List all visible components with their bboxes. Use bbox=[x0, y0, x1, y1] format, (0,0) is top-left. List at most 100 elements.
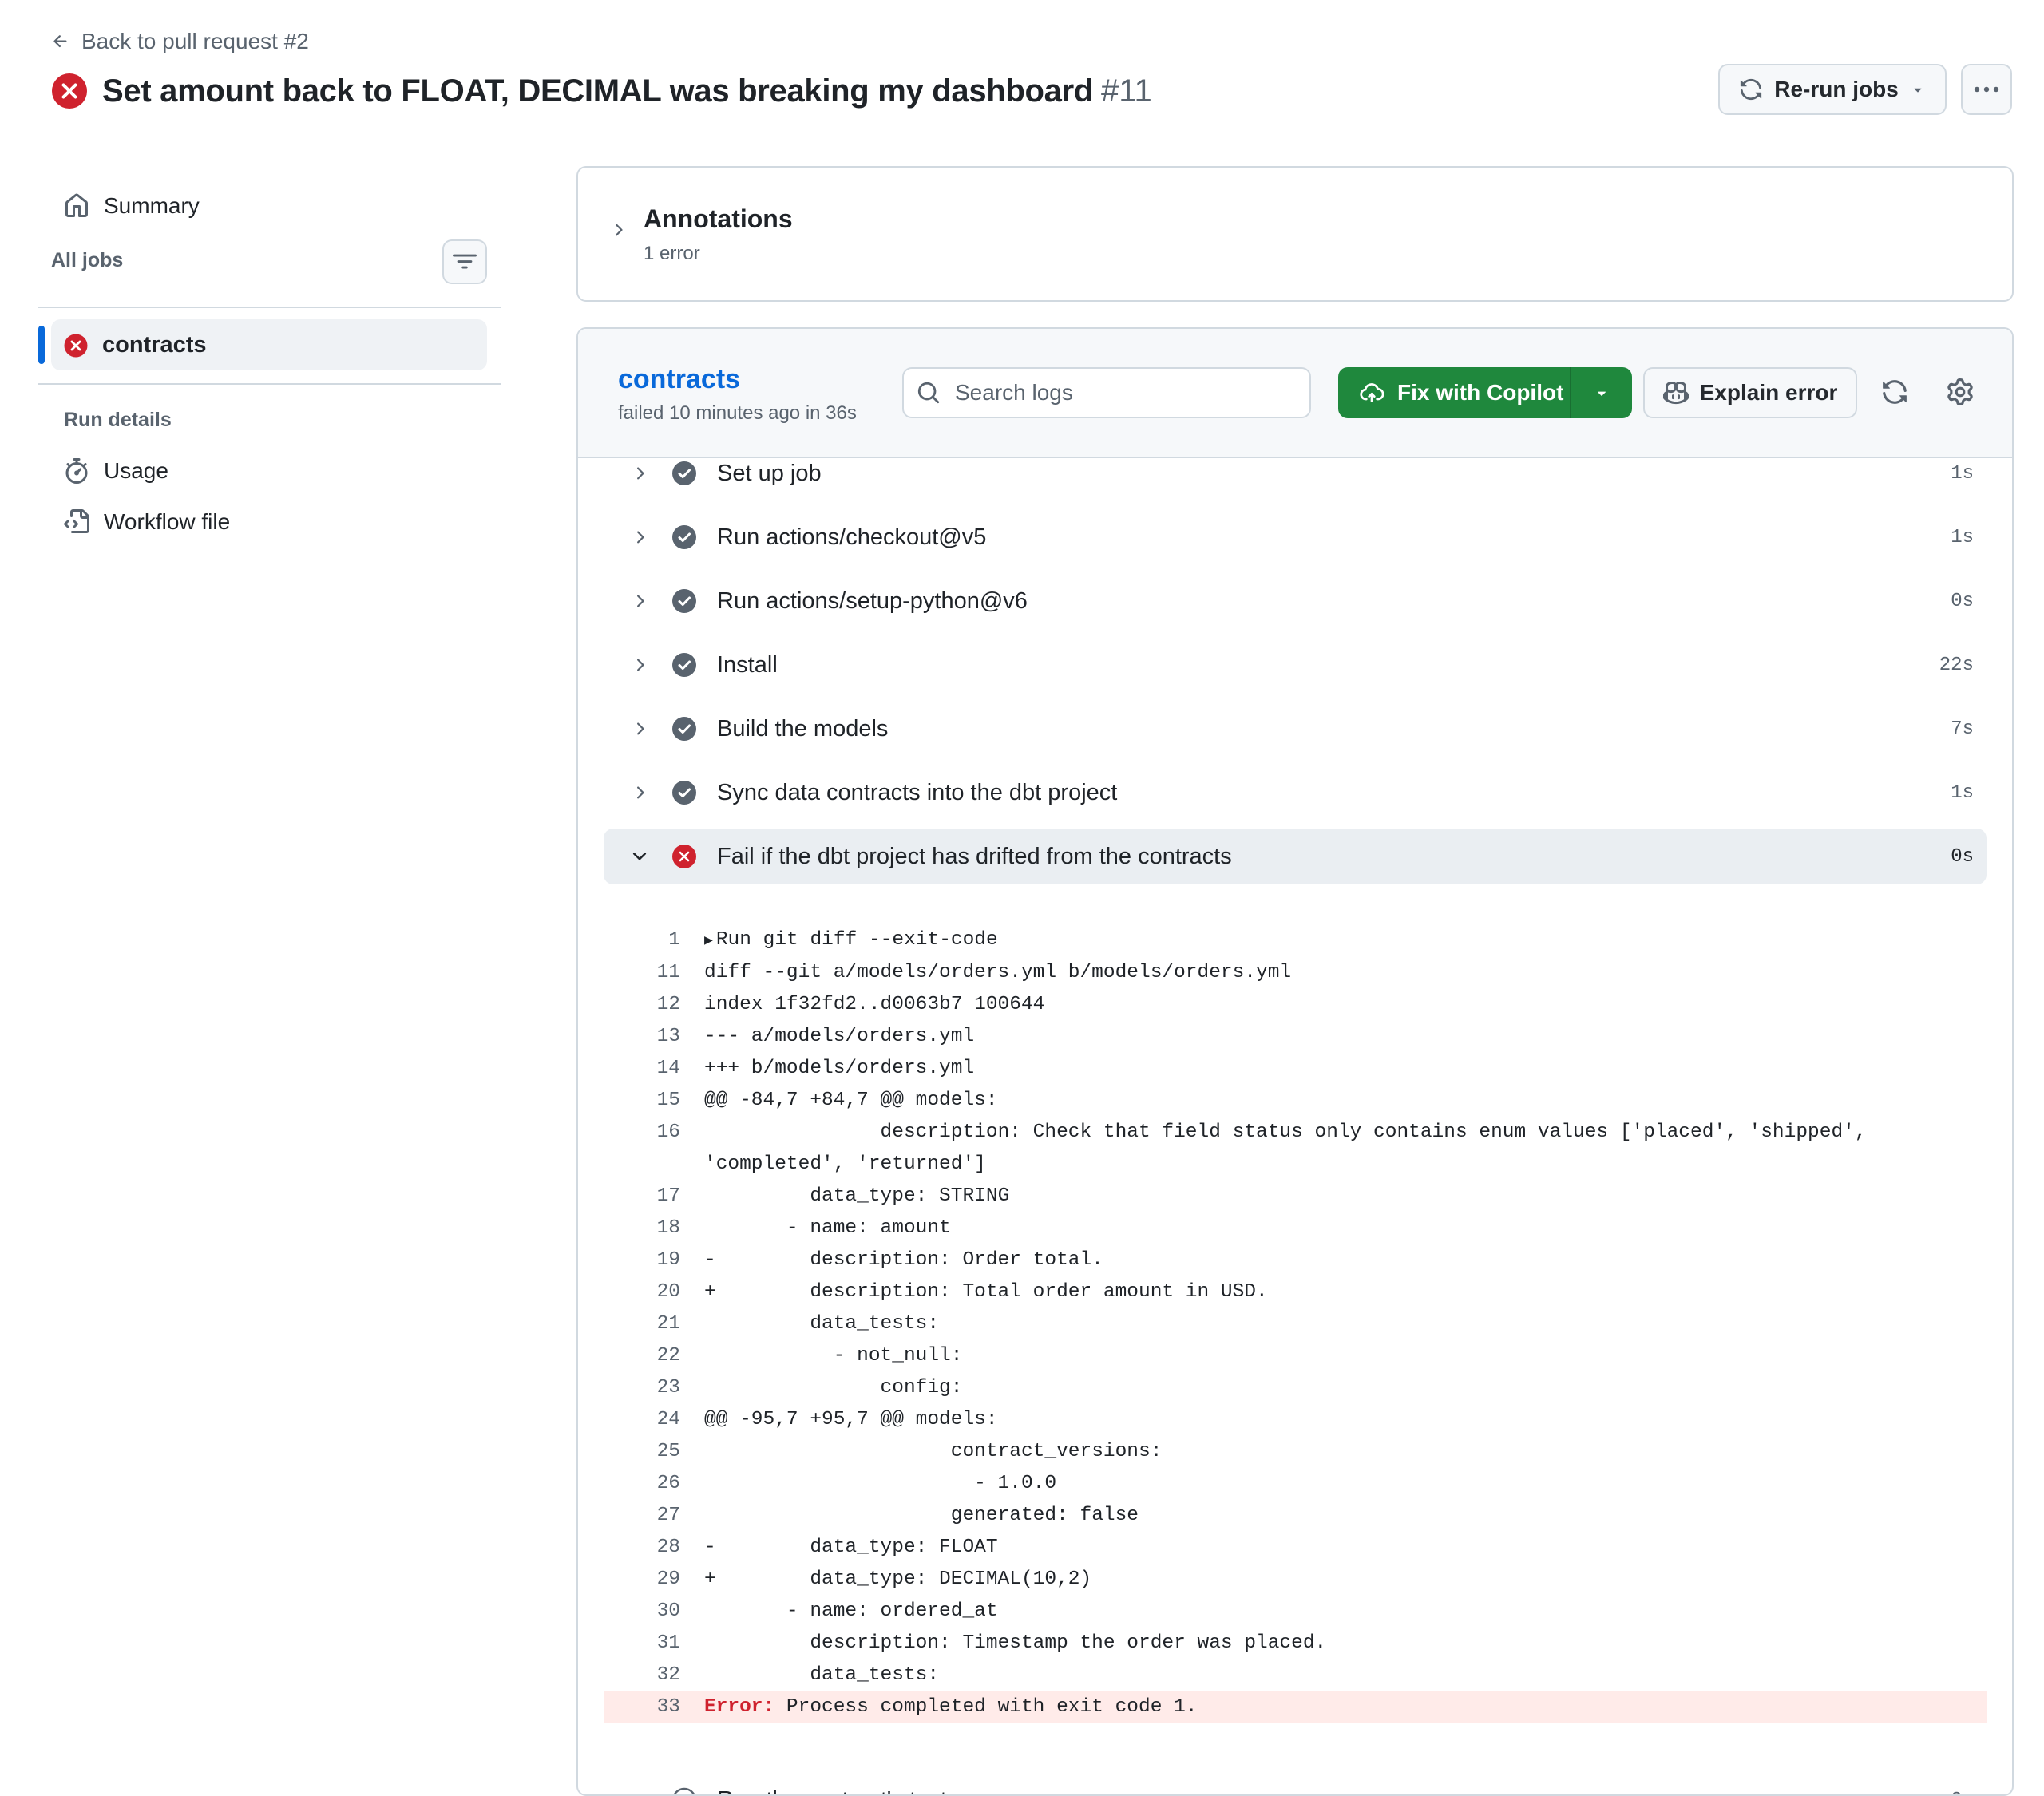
chevron-right-icon bbox=[628, 464, 652, 483]
log-line: 17 data_type: STRING bbox=[604, 1181, 1987, 1212]
line-number[interactable]: 31 bbox=[604, 1628, 680, 1660]
step-row[interactable]: Sync data contracts into the dbt project… bbox=[604, 765, 1987, 821]
check-circle-fill-icon bbox=[671, 524, 698, 550]
line-number[interactable]: 22 bbox=[604, 1340, 680, 1372]
log-line-error: 33 Error: Process completed with exit cod… bbox=[604, 1691, 1987, 1723]
line-number[interactable]: 28 bbox=[604, 1532, 680, 1564]
step-row[interactable]: Run the contract's tests0s bbox=[604, 1772, 1987, 1796]
line-number[interactable]: 21 bbox=[604, 1308, 680, 1340]
line-number[interactable]: 23 bbox=[604, 1372, 680, 1404]
line-number[interactable]: 18 bbox=[604, 1212, 680, 1244]
line-number[interactable]: 25 bbox=[604, 1436, 680, 1468]
log-content: config: bbox=[704, 1377, 962, 1398]
log-text: config: bbox=[704, 1372, 1987, 1404]
log-text: Error: Process completed with exit code … bbox=[704, 1691, 1987, 1723]
line-number[interactable]: 1 bbox=[604, 924, 680, 957]
step-row[interactable]: Run actions/setup-python@v60s bbox=[604, 573, 1987, 629]
sync-icon bbox=[1739, 77, 1763, 101]
log-text: data_type: STRING bbox=[704, 1181, 1987, 1212]
step-row[interactable]: Fail if the dbt project has drifted from… bbox=[604, 829, 1987, 884]
fix-with-copilot-button[interactable]: Fix with Copilot bbox=[1338, 367, 1632, 418]
step-row[interactable]: Build the models7s bbox=[604, 701, 1987, 757]
log-text: contract_versions: bbox=[704, 1436, 1987, 1468]
log-content: Run git diff --exit-code bbox=[716, 929, 998, 951]
summary-label: Summary bbox=[104, 193, 200, 219]
log-content: --- a/models/orders.yml bbox=[704, 1026, 974, 1047]
line-number[interactable]: 20 bbox=[604, 1276, 680, 1308]
step-row[interactable]: Install22s bbox=[604, 637, 1987, 693]
job-name[interactable]: contracts bbox=[618, 364, 740, 395]
explain-error-button[interactable]: Explain error bbox=[1643, 367, 1857, 418]
line-number[interactable]: 14 bbox=[604, 1053, 680, 1085]
line-number[interactable]: 16 bbox=[604, 1117, 680, 1181]
sync-icon[interactable] bbox=[1881, 378, 1908, 405]
log-content: description: Check that field status onl… bbox=[704, 1122, 1878, 1175]
chevron-right-icon bbox=[628, 719, 652, 738]
line-number[interactable]: 24 bbox=[604, 1404, 680, 1436]
log-content: - 1.0.0 bbox=[704, 1473, 1056, 1494]
more-options-button[interactable] bbox=[1961, 64, 2012, 115]
log-content: @@ -84,7 +84,7 @@ models: bbox=[704, 1090, 998, 1111]
gear-icon[interactable] bbox=[1947, 378, 1974, 405]
line-number[interactable]: 26 bbox=[604, 1468, 680, 1500]
line-number[interactable]: 11 bbox=[604, 957, 680, 989]
line-number[interactable]: 32 bbox=[604, 1660, 680, 1691]
fix-with-copilot-main[interactable]: Fix with Copilot bbox=[1338, 367, 1571, 418]
line-number[interactable]: 27 bbox=[604, 1500, 680, 1532]
back-to-pull-request-link[interactable]: Back to pull request #2 bbox=[51, 24, 309, 59]
log-content: - data_type: FLOAT bbox=[704, 1537, 998, 1558]
run-number: #11 bbox=[1101, 73, 1152, 109]
all-jobs-heading: All jobs bbox=[51, 249, 123, 272]
log-line: 22 - not_null: bbox=[604, 1340, 1987, 1372]
line-number[interactable]: 19 bbox=[604, 1244, 680, 1276]
step-row[interactable]: Set up job1s bbox=[604, 445, 1987, 501]
check-circle-fill-icon bbox=[671, 716, 698, 742]
error-keyword: Error: bbox=[704, 1696, 774, 1718]
step-label: Run actions/checkout@v5 bbox=[717, 524, 1951, 551]
line-number[interactable]: 13 bbox=[604, 1021, 680, 1053]
step-label: Sync data contracts into the dbt project bbox=[717, 780, 1951, 806]
line-number[interactable]: 17 bbox=[604, 1181, 680, 1212]
step-label: Run the contract's tests bbox=[717, 1787, 1951, 1796]
sidebar-item-usage[interactable]: Usage bbox=[64, 453, 168, 489]
expand-triangle-icon[interactable]: ▶ bbox=[704, 933, 713, 949]
check-circle-fill-icon bbox=[671, 588, 698, 614]
log-text: index 1f32fd2..d0063b7 100644 bbox=[704, 989, 1987, 1021]
sidebar-item-summary[interactable]: Summary bbox=[64, 188, 200, 224]
log-line: 16 description: Check that field status … bbox=[604, 1117, 1987, 1181]
line-number[interactable]: 30 bbox=[604, 1596, 680, 1628]
sidebar-item-workflow-file[interactable]: Workflow file bbox=[64, 504, 230, 540]
line-number[interactable]: 33 bbox=[604, 1691, 680, 1723]
copilot-cloud-icon bbox=[1359, 380, 1384, 405]
line-number[interactable]: 12 bbox=[604, 989, 680, 1021]
log-text: diff --git a/models/orders.yml b/models/… bbox=[704, 957, 1987, 989]
search-icon bbox=[917, 381, 941, 405]
log-text: - description: Order total. bbox=[704, 1244, 1987, 1276]
log-content: Process completed with exit code 1. bbox=[774, 1696, 1197, 1718]
active-indicator bbox=[38, 326, 45, 364]
step-row[interactable]: Run actions/checkout@v51s bbox=[604, 509, 1987, 565]
search-logs-input[interactable]: Search logs bbox=[902, 367, 1311, 418]
line-number[interactable]: 29 bbox=[604, 1564, 680, 1596]
rerun-jobs-label: Re-run jobs bbox=[1774, 77, 1899, 102]
triangle-down-icon bbox=[1593, 384, 1610, 402]
line-number[interactable]: 15 bbox=[604, 1085, 680, 1117]
chevron-right-icon bbox=[628, 783, 652, 802]
log-text: description: Check that field status onl… bbox=[704, 1117, 1987, 1181]
step-duration: 7s bbox=[1951, 718, 1974, 740]
divider bbox=[38, 307, 501, 308]
log-line: 12 index 1f32fd2..d0063b7 100644 bbox=[604, 989, 1987, 1021]
search-placeholder: Search logs bbox=[955, 380, 1073, 405]
filter-jobs-button[interactable] bbox=[442, 239, 487, 284]
fix-with-copilot-label: Fix with Copilot bbox=[1397, 380, 1563, 405]
log-text: data_tests: bbox=[704, 1660, 1987, 1691]
annotations-panel[interactable] bbox=[576, 166, 2014, 302]
log-text: description: Timestamp the order was pla… bbox=[704, 1628, 1987, 1660]
triangle-down-icon bbox=[1910, 81, 1926, 97]
step-duration: 0s bbox=[1951, 591, 1974, 612]
copilot-dropdown-caret[interactable] bbox=[1571, 384, 1632, 402]
rerun-jobs-button[interactable]: Re-run jobs bbox=[1718, 64, 1947, 115]
log-text: - data_type: FLOAT bbox=[704, 1532, 1987, 1564]
log-text: + data_type: DECIMAL(10,2) bbox=[704, 1564, 1987, 1596]
log-line: 30 - name: ordered_at bbox=[604, 1596, 1987, 1628]
